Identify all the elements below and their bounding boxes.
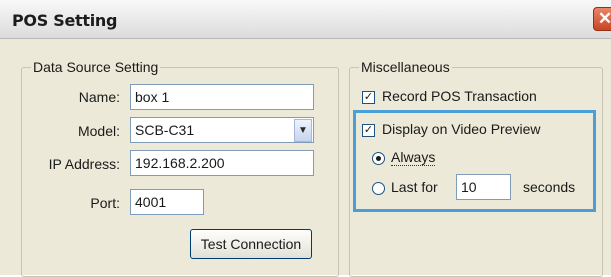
data-source-legend: Data Source Setting: [31, 59, 161, 75]
seconds-label: seconds: [523, 179, 576, 195]
always-radio[interactable]: [372, 152, 385, 165]
port-label: Port:: [90, 195, 120, 211]
model-value: SCB-C31: [135, 122, 195, 138]
ip-address-label: IP Address:: [48, 156, 120, 172]
port-field[interactable]: 4001: [130, 189, 204, 215]
always-label: Always: [391, 149, 436, 166]
display-on-video-preview-label: Display on Video Preview: [382, 121, 541, 137]
pos-setting-window: POS Setting ✕ Data Source Setting Name: …: [0, 0, 611, 277]
display-on-video-preview-checkbox[interactable]: ✓: [362, 124, 375, 137]
ip-address-field[interactable]: 192.168.2.200: [130, 150, 314, 176]
model-label: Model:: [77, 123, 120, 139]
record-pos-label: Record POS Transaction: [382, 88, 537, 104]
last-for-label: Last for: [391, 179, 438, 195]
title-bar: POS Setting ✕: [0, 0, 611, 39]
last-for-seconds-field[interactable]: 10: [456, 174, 511, 200]
test-connection-button[interactable]: Test Connection: [190, 229, 312, 259]
chevron-down-icon[interactable]: ▼: [294, 119, 312, 142]
model-select[interactable]: SCB-C31 ▼: [130, 117, 314, 143]
miscellaneous-legend: Miscellaneous: [359, 59, 452, 75]
window-title: POS Setting: [12, 11, 118, 30]
close-icon[interactable]: ✕: [593, 7, 611, 31]
record-pos-checkbox[interactable]: ✓: [362, 91, 375, 104]
name-field[interactable]: box 1: [130, 84, 314, 110]
last-for-radio[interactable]: [372, 182, 385, 195]
name-label: Name:: [78, 89, 120, 105]
